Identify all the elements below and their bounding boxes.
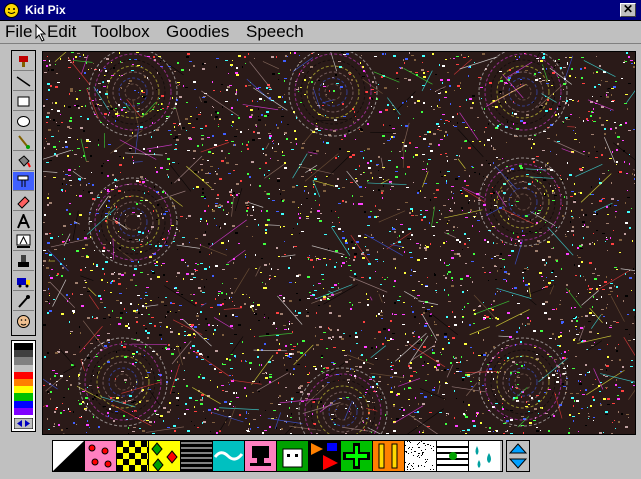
canvas-art: [43, 52, 635, 434]
close-icon: ✕: [622, 2, 634, 16]
dots-option[interactable]: [85, 441, 117, 471]
tool-oval[interactable]: [13, 112, 34, 131]
tool-electric-mixer[interactable]: [13, 172, 34, 191]
stripes-option[interactable]: [181, 441, 213, 471]
speckle-option[interactable]: [405, 441, 437, 471]
eyedropper-icon: [18, 294, 30, 308]
electric-mixer-icon: [17, 175, 29, 187]
tool-text[interactable]: [13, 212, 34, 231]
face-icon: [17, 315, 30, 328]
monitor-option[interactable]: [245, 441, 277, 471]
menu-goodies[interactable]: Goodies: [166, 22, 229, 42]
rectangle-icon: [17, 96, 30, 106]
tool-options-bar: [52, 440, 503, 472]
tool-paint-bucket[interactable]: [13, 152, 34, 171]
menu-speech[interactable]: Speech: [246, 22, 304, 42]
drawing-canvas[interactable]: [42, 51, 636, 435]
checker-option[interactable]: [117, 441, 149, 471]
face-option[interactable]: [277, 441, 309, 471]
palette-swatch[interactable]: [14, 407, 33, 416]
palette-swatch[interactable]: [14, 357, 33, 365]
shapes-option[interactable]: [309, 441, 341, 471]
window-title: Kid Pix: [25, 3, 66, 17]
tool-moving-van[interactable]: [13, 272, 34, 291]
text-icon: [17, 213, 30, 228]
paint-brush-icon: [18, 134, 30, 149]
tool-alphabet-stamp[interactable]: [13, 232, 34, 251]
kid-pix-app-icon[interactable]: [4, 3, 19, 18]
diamonds-option[interactable]: [149, 441, 181, 471]
tool-face[interactable]: [13, 312, 34, 331]
stamp-top-icon: [19, 55, 28, 67]
palette-swatch[interactable]: [14, 393, 33, 401]
drops-option[interactable]: [469, 441, 501, 471]
menu-toolbox[interactable]: Toolbox: [91, 22, 150, 42]
palette-swatch[interactable]: [14, 364, 33, 372]
tool-eraser[interactable]: [13, 192, 34, 211]
tool-line[interactable]: [13, 72, 34, 91]
moving-van-icon: [17, 277, 30, 287]
menu-bar: File Edit Toolbox Goodies Speech: [0, 21, 641, 44]
toolbox: [11, 50, 36, 336]
menu-file[interactable]: File: [5, 22, 32, 42]
close-button[interactable]: ✕: [620, 3, 636, 17]
cross-option[interactable]: [341, 441, 373, 471]
lines-option[interactable]: [437, 441, 469, 471]
tool-rectangle[interactable]: [13, 92, 34, 111]
palette-swatch[interactable]: [14, 386, 33, 394]
palette-scroll-arrows-icon[interactable]: [14, 418, 33, 429]
tool-stamp-top[interactable]: [13, 52, 34, 71]
options-scroll-arrows[interactable]: [506, 440, 530, 472]
alphabet-stamp-icon: [16, 234, 31, 248]
palette-swatch[interactable]: [14, 400, 33, 408]
color-palette: [11, 340, 36, 432]
wave-option[interactable]: [213, 441, 245, 471]
palette-swatch[interactable]: [14, 371, 33, 380]
tool-eyedropper[interactable]: [13, 292, 34, 311]
menu-edit[interactable]: Edit: [47, 22, 76, 42]
oval-icon: [17, 115, 30, 127]
line-icon: [16, 75, 31, 87]
mouse-cursor-icon: [35, 24, 47, 42]
tool-rubber-stamp[interactable]: [13, 252, 34, 271]
palette-swatch[interactable]: [14, 350, 33, 358]
paint-bucket-icon: [18, 154, 31, 167]
title-bar: Kid Pix ✕: [0, 0, 641, 21]
rubber-stamp-icon: [18, 254, 29, 267]
eraser-icon: [17, 195, 30, 209]
diagonal-split-option[interactable]: [53, 441, 85, 471]
palette-swatch[interactable]: [14, 343, 33, 351]
tool-paint-brush[interactable]: [13, 132, 34, 151]
up-down-arrows-icon: [508, 443, 528, 469]
bars-option[interactable]: [373, 441, 405, 471]
palette-swatch[interactable]: [14, 379, 33, 387]
